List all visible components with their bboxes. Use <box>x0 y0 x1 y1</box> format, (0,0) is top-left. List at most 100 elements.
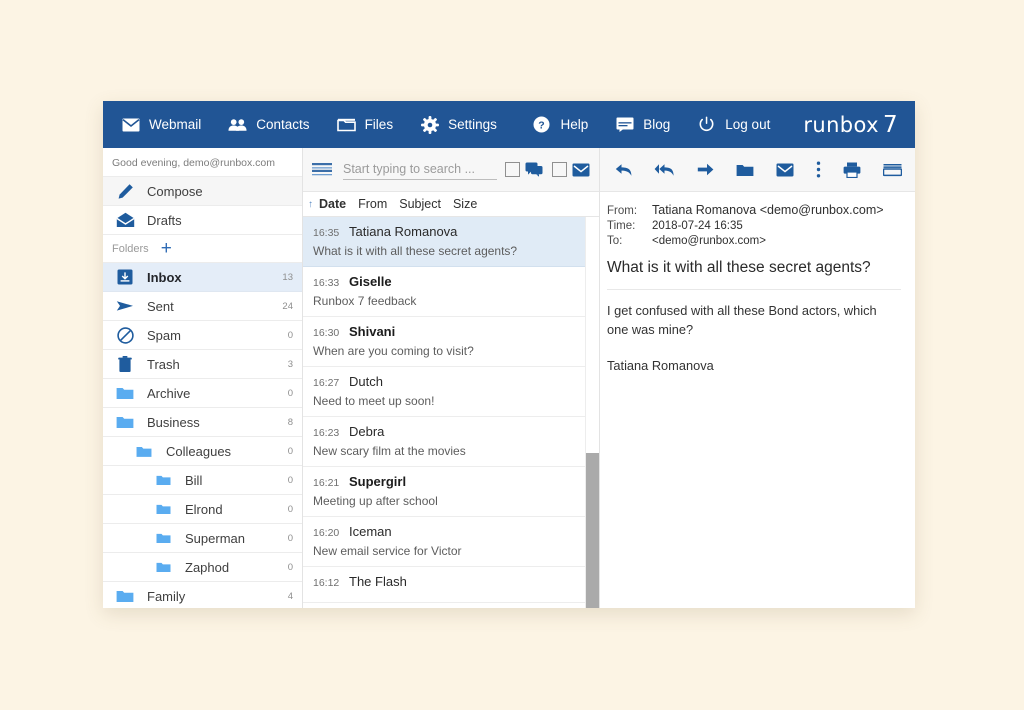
message-row-top-line: 16:27 Dutch <box>313 374 589 389</box>
sidebar-item-family[interactable]: Family 4 <box>103 582 302 608</box>
folder-icon <box>103 503 185 515</box>
header-key-from: From: <box>607 205 652 217</box>
sidebar-count-archive: 0 <box>288 388 302 399</box>
inbox-icon <box>103 269 147 285</box>
message-row-top-line: 16:35 Tatiana Romanova <box>313 224 589 239</box>
folder-icon[interactable] <box>736 163 754 177</box>
sidebar: Good evening, demo@runbox.com Compose Dr… <box>103 148 303 608</box>
header-value-time: 2018-07-24 16:35 <box>652 220 743 232</box>
lines-icon[interactable] <box>883 163 902 177</box>
nav-item-help[interactable]: ? Help <box>532 116 588 134</box>
filter-checkbox-unread[interactable] <box>552 162 567 177</box>
sidebar-item-drafts[interactable]: Drafts <box>103 206 302 235</box>
svg-text:?: ? <box>539 119 545 131</box>
message-subject: When are you coming to visit? <box>313 344 589 358</box>
message-header-to: To: <demo@runbox.com> <box>607 235 901 247</box>
message-list-row[interactable]: 16:23 Debra New scary film at the movies <box>303 417 599 467</box>
logo-text: runbox <box>803 113 879 137</box>
column-header-from[interactable]: From <box>358 197 387 211</box>
sidebar-item-sent[interactable]: Sent 24 <box>103 292 302 321</box>
header-key-to: To: <box>607 235 652 247</box>
nav-item-blog[interactable]: Blog <box>615 116 670 134</box>
chat-bubbles-icon[interactable] <box>525 162 543 177</box>
message-list-row[interactable]: 16:21 Supergirl Meeting up after school <box>303 467 599 517</box>
message-row-top-line: 16:12 The Flash <box>313 574 589 589</box>
sidebar-item-elrond[interactable]: Elrond 0 <box>103 495 302 524</box>
sidebar-item-spam[interactable]: Spam 0 <box>103 321 302 350</box>
nav-label-files: Files <box>365 117 394 132</box>
reply-icon[interactable] <box>615 163 632 177</box>
sidebar-item-archive[interactable]: Archive 0 <box>103 379 302 408</box>
message-list-scrollbar[interactable] <box>585 217 599 608</box>
nav-item-contacts[interactable]: Contacts <box>228 116 309 134</box>
message-header-time: Time: 2018-07-24 16:35 <box>607 220 901 232</box>
folder-icon <box>103 589 147 603</box>
reading-pane-content: From: Tatiana Romanova <demo@runbox.com>… <box>600 192 915 373</box>
add-folder-button[interactable]: + <box>161 239 172 258</box>
column-header-date[interactable]: Date <box>319 197 346 211</box>
sidebar-item-colleagues[interactable]: Colleagues 0 <box>103 437 302 466</box>
message-list-column: ↑ Date From Subject Size 16:35 Tatiana R… <box>303 148 600 608</box>
nav-item-files[interactable]: Files <box>337 116 394 134</box>
sidebar-label-superman: Superman <box>185 531 288 546</box>
folder-icon <box>103 445 166 458</box>
sidebar-label-inbox: Inbox <box>147 270 282 285</box>
folder-icon <box>103 415 147 429</box>
envelope-icon[interactable] <box>572 163 590 177</box>
pencil-icon <box>103 183 147 200</box>
message-list-row[interactable]: 16:20 Iceman New email service for Victo… <box>303 517 599 567</box>
sidebar-item-superman[interactable]: Superman 0 <box>103 524 302 553</box>
message-list-row[interactable]: 16:33 Giselle Runbox 7 feedback <box>303 267 599 317</box>
sidebar-count-zaphod: 0 <box>288 562 302 573</box>
question-circle-icon: ? <box>532 116 551 134</box>
message-list-scrollbar-thumb[interactable] <box>586 453 599 608</box>
filter-checkbox-conversations[interactable] <box>505 162 520 177</box>
message-row-top-line: 16:21 Supergirl <box>313 474 589 489</box>
column-header-size[interactable]: Size <box>453 197 477 211</box>
paper-plane-icon <box>103 299 147 313</box>
search-input[interactable] <box>343 160 497 180</box>
message-time: 16:21 <box>313 477 349 489</box>
sidebar-item-business[interactable]: Business 8 <box>103 408 302 437</box>
sidebar-count-sent: 24 <box>282 301 302 312</box>
list-lines-icon[interactable] <box>312 162 332 177</box>
message-list-row[interactable]: 16:12 The Flash <box>303 567 599 603</box>
sidebar-label-zaphod: Zaphod <box>185 560 288 575</box>
message-body-text: I get confused with all these Bond actor… <box>607 302 901 339</box>
sidebar-item-trash[interactable]: Trash 3 <box>103 350 302 379</box>
sidebar-label-archive: Archive <box>147 386 288 401</box>
message-subject: Runbox 7 feedback <box>313 294 589 308</box>
app-body: Good evening, demo@runbox.com Compose Dr… <box>103 148 915 608</box>
folder-icon <box>337 116 356 134</box>
nav-item-logout[interactable]: Log out <box>697 116 770 134</box>
message-list-row[interactable]: 16:35 Tatiana Romanova What is it with a… <box>303 217 599 267</box>
forward-icon[interactable] <box>697 163 714 176</box>
nav-item-settings[interactable]: Settings <box>420 116 497 134</box>
message-sender: Supergirl <box>349 474 406 489</box>
column-header-subject[interactable]: Subject <box>399 197 441 211</box>
chat-window-icon <box>615 116 634 134</box>
sidebar-item-zaphod[interactable]: Zaphod 0 <box>103 553 302 582</box>
search-field-wrapper <box>343 160 497 180</box>
sidebar-item-compose[interactable]: Compose <box>103 177 302 206</box>
reply-all-icon[interactable] <box>654 163 675 177</box>
message-list-row[interactable]: 16:30 Shivani When are you coming to vis… <box>303 317 599 367</box>
message-subject: New scary film at the movies <box>313 444 589 458</box>
sort-ascending-icon[interactable]: ↑ <box>308 199 313 210</box>
sidebar-label-trash: Trash <box>147 357 288 372</box>
runbox-logo[interactable]: runbox7 <box>803 112 898 138</box>
sidebar-item-bill[interactable]: Bill 0 <box>103 466 302 495</box>
print-icon[interactable] <box>843 162 861 178</box>
nav-label-help: Help <box>560 117 588 132</box>
message-sender: The Flash <box>349 574 407 589</box>
message-time: 16:30 <box>313 327 349 339</box>
sidebar-item-inbox[interactable]: Inbox 13 <box>103 263 302 292</box>
message-list-column-headers: ↑ Date From Subject Size <box>303 192 599 217</box>
nav-label-blog: Blog <box>643 117 670 132</box>
sidebar-count-superman: 0 <box>288 533 302 544</box>
message-sender: Iceman <box>349 524 392 539</box>
message-list-row[interactable]: 16:27 Dutch Need to meet up soon! <box>303 367 599 417</box>
more-vertical-icon[interactable] <box>816 161 821 178</box>
nav-item-webmail[interactable]: Webmail <box>121 116 201 134</box>
envelope-icon[interactable] <box>776 163 794 177</box>
